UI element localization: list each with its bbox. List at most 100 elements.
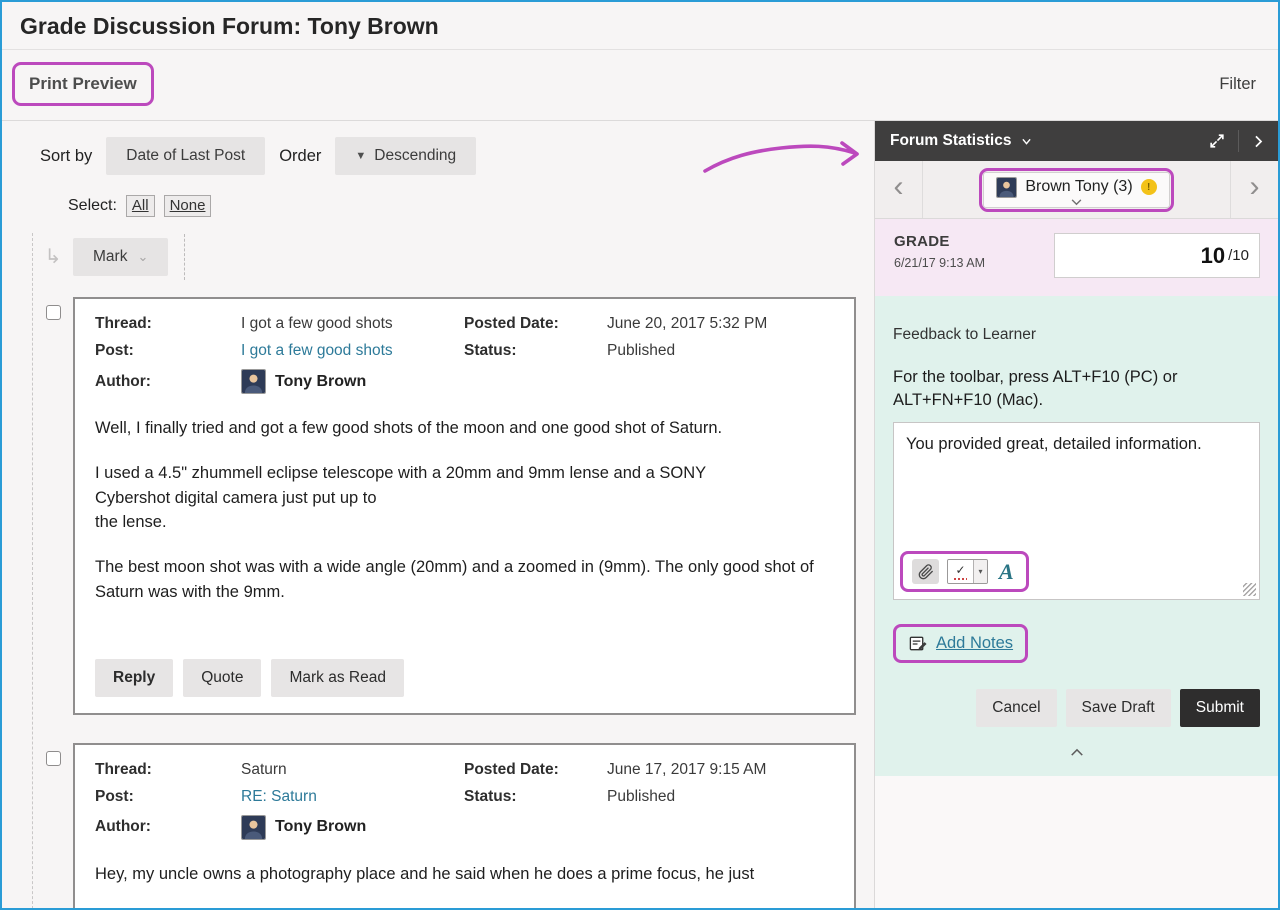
page-title: Grade Discussion Forum: Tony Brown xyxy=(20,13,1260,40)
submit-button[interactable]: Submit xyxy=(1180,689,1260,727)
sort-by-value: Date of Last Post xyxy=(126,147,245,165)
descending-icon: ▼ xyxy=(355,150,366,162)
post-meta: Thread: Saturn Posted Date: June 17, 201… xyxy=(95,761,834,840)
mark-button[interactable]: Mark ⌄ xyxy=(73,238,168,276)
spellcheck-button[interactable]: ✓ xyxy=(948,560,973,583)
post-label: Post: xyxy=(95,788,241,806)
annotation-box-student: Brown Tony (3) ! xyxy=(979,168,1173,212)
order-button[interactable]: ▼ Descending xyxy=(335,137,476,175)
annotation-box-print-preview: Print Preview xyxy=(12,62,154,106)
quote-button[interactable]: Quote xyxy=(183,659,261,697)
chevron-right-icon xyxy=(1251,133,1266,150)
forum-statistics-header: Forum Statistics xyxy=(875,121,1278,161)
grade-date: 6/21/17 9:13 AM xyxy=(894,256,985,270)
grade-box: /10 xyxy=(1054,233,1260,278)
collapse-panel-button[interactable] xyxy=(1251,133,1266,150)
mark-as-read-button[interactable]: Mark as Read xyxy=(271,659,403,697)
post-row: Thread: I got a few good shots Posted Da… xyxy=(33,297,874,715)
post-paragraph: Well, I finally tried and got a few good… xyxy=(95,416,834,441)
grade-input[interactable] xyxy=(1085,243,1225,269)
chevron-up-icon xyxy=(1070,748,1084,757)
posts-list-region: ↳ Mark ⌄ Thread: xyxy=(32,233,874,908)
status-label: Status: xyxy=(464,788,607,806)
chevron-down-icon: ▾ xyxy=(978,567,982,576)
resize-handle[interactable] xyxy=(1243,583,1256,596)
feedback-section: Feedback to Learner For the toolbar, pre… xyxy=(875,296,1278,776)
dashed-divider xyxy=(184,234,185,280)
sort-controls: Sort by Date of Last Post Order ▼ Descen… xyxy=(40,137,874,175)
post-actions: Reply Quote Mark as Read xyxy=(95,659,834,697)
author-cell: Tony Brown xyxy=(241,815,834,840)
spellcheck-group: ✓ ▾ xyxy=(947,559,988,584)
sort-by-label: Sort by xyxy=(40,147,92,166)
student-name: Brown Tony (3) xyxy=(1025,178,1132,196)
attach-file-button[interactable] xyxy=(912,559,939,584)
expand-icon xyxy=(1208,132,1226,150)
editor-toolbar-row: ✓ ▾ A xyxy=(894,549,1259,599)
student-navigation: ‹ Brown Tony (3) ! › xyxy=(875,161,1278,219)
annotation-box-add-notes: Add Notes xyxy=(893,624,1028,663)
panel-empty-area xyxy=(875,776,1278,908)
toolbar-hint: For the toolbar, press ALT+F10 (PC) or A… xyxy=(893,366,1260,412)
post-body: Well, I finally tried and got a few good… xyxy=(95,416,834,605)
post-body: Hey, my uncle owns a photography place a… xyxy=(95,862,834,887)
spellcheck-squiggle xyxy=(954,578,967,580)
text-style-button[interactable]: A xyxy=(996,561,1017,583)
add-notes-link[interactable]: Add Notes xyxy=(936,634,1013,653)
expand-button[interactable] xyxy=(1208,132,1226,150)
sort-by-button[interactable]: Date of Last Post xyxy=(106,137,265,175)
posts-list: Thread: I got a few good shots Posted Da… xyxy=(33,297,874,908)
forum-statistics-title[interactable]: Forum Statistics xyxy=(890,132,1011,150)
feedback-buttons: Cancel Save Draft Submit xyxy=(893,689,1260,727)
posted-date-label: Posted Date: xyxy=(464,761,607,779)
post-paragraph: Hey, my uncle owns a photography place a… xyxy=(95,862,834,887)
feedback-text-input[interactable]: You provided great, detailed information… xyxy=(894,423,1259,549)
action-bar: Print Preview Filter xyxy=(2,50,1278,120)
reply-button[interactable]: Reply xyxy=(95,659,173,697)
post-paragraph: I used a 4.5" zhummell eclipse telescope… xyxy=(95,461,834,535)
post-select-rail xyxy=(33,297,73,715)
chevron-down-icon xyxy=(1071,199,1082,206)
post-select-checkbox[interactable] xyxy=(46,751,61,766)
main-area: Sort by Date of Last Post Order ▼ Descen… xyxy=(2,120,1278,908)
chevron-down-icon xyxy=(1020,135,1033,148)
select-all-link[interactable]: All xyxy=(126,195,155,217)
author-label: Author: xyxy=(95,373,241,391)
thread-label: Thread: xyxy=(95,315,241,333)
spellcheck-dropdown-button[interactable]: ▾ xyxy=(973,560,987,583)
avatar xyxy=(241,369,266,394)
cancel-button[interactable]: Cancel xyxy=(976,689,1056,727)
posted-date-value: June 20, 2017 5:32 PM xyxy=(607,315,834,333)
font-a-icon: A xyxy=(999,559,1014,584)
previous-student-button[interactable]: ‹ xyxy=(875,161,923,218)
post-title-link[interactable]: I got a few good shots xyxy=(241,342,464,360)
post-card: Thread: I got a few good shots Posted Da… xyxy=(73,297,856,715)
feedback-editor: You provided great, detailed information… xyxy=(893,422,1260,600)
save-draft-button[interactable]: Save Draft xyxy=(1066,689,1171,727)
annotation-box-toolbar: ✓ ▾ A xyxy=(900,551,1029,592)
post-title-link[interactable]: RE: Saturn xyxy=(241,788,464,806)
header-divider xyxy=(1238,130,1239,152)
student-selector[interactable]: Brown Tony (3) ! xyxy=(983,172,1169,208)
post-select-checkbox[interactable] xyxy=(46,305,61,320)
post-paragraph: The best moon shot was with a wide angle… xyxy=(95,555,834,605)
thread-list-region: Sort by Date of Last Post Order ▼ Descen… xyxy=(2,121,874,908)
avatar xyxy=(241,815,266,840)
grade-section: GRADE 6/21/17 9:13 AM /10 xyxy=(875,219,1278,296)
author-name: Tony Brown xyxy=(275,373,366,391)
status-value: Published xyxy=(607,342,834,360)
author-label: Author: xyxy=(95,818,241,836)
post-card: Thread: Saturn Posted Date: June 17, 201… xyxy=(73,743,856,909)
filter-link[interactable]: Filter xyxy=(1219,75,1256,94)
next-student-button[interactable]: › xyxy=(1230,161,1278,218)
grade-label: GRADE xyxy=(894,233,985,250)
feedback-label: Feedback to Learner xyxy=(893,326,1260,344)
title-bar: Grade Discussion Forum: Tony Brown xyxy=(2,2,1278,50)
print-preview-button[interactable]: Print Preview xyxy=(15,65,151,103)
collapse-row xyxy=(893,745,1260,760)
collapse-up-button[interactable] xyxy=(1070,745,1084,760)
select-none-link[interactable]: None xyxy=(164,195,212,217)
thread-value: I got a few good shots xyxy=(241,315,464,333)
select-label: Select: xyxy=(68,197,117,215)
grade-discussion-forum-page: Grade Discussion Forum: Tony Brown Print… xyxy=(0,0,1280,910)
